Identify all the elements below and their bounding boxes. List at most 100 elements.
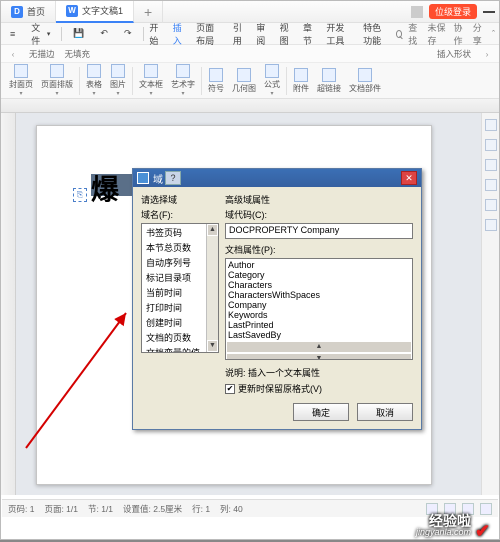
tab-document[interactable]: W文字文稿1 [56, 1, 134, 23]
watermark-en: jingyanla.com [416, 528, 471, 537]
ribbon-tab-dev[interactable]: 开发工具 [326, 21, 353, 47]
menu-share[interactable]: 分享 [473, 21, 486, 47]
checkbox-label: 更新时保留原格式(V) [238, 382, 322, 395]
list-item[interactable]: LastSavedBy [228, 330, 410, 340]
work-area: 爆 ⎘ 域 ? ✕ [1, 113, 499, 495]
view-mode-4[interactable] [480, 503, 492, 515]
app-menu[interactable]: ≡ [5, 26, 20, 42]
ribbon-tab-view[interactable]: 视图 [280, 21, 293, 47]
ribbon-tabs: 开始 插入 页面布局 引用 审阅 视图 章节 开发工具 特色功能 [149, 21, 390, 47]
sub-nofill[interactable]: 无填充 [65, 48, 91, 60]
dialog-help-button[interactable]: ? [165, 171, 181, 185]
search-icon[interactable] [396, 30, 402, 38]
list-item[interactable]: Category [228, 270, 410, 280]
watermark-cn: 经验啦 [429, 514, 471, 528]
select-field-label: 请选择域 [141, 193, 219, 206]
chevron-up-icon[interactable]: ˆ [492, 29, 495, 39]
tb-symbol[interactable]: 符号 [204, 64, 228, 98]
tb-link-label: 超链接 [317, 83, 341, 94]
scrollbar[interactable]: ▲▼ [226, 341, 412, 360]
tb-textbox-label: 文本框 [139, 79, 163, 90]
list-item[interactable]: LastPrinted [228, 320, 410, 330]
login-button[interactable]: 位级登录 [429, 4, 477, 19]
field-code-input[interactable]: DOCPROPERTY Company [225, 223, 413, 239]
field-dialog: 域 ? ✕ 请选择域 域名(F): 书签页码 本节总页数 自动序列号 [132, 168, 422, 430]
ribbon-tab-feature[interactable]: 特色功能 [363, 21, 390, 47]
scrollbar[interactable]: ▲▼ [206, 224, 218, 352]
ribbon-tab-layout[interactable]: 页面布局 [196, 21, 223, 47]
tb-attach[interactable]: 附件 [289, 64, 313, 98]
horizontal-ruler[interactable] [1, 99, 499, 113]
tab-add[interactable]: + [134, 1, 163, 23]
side-tool-5[interactable] [485, 199, 497, 211]
advanced-prop-label: 高级域属性 [225, 193, 413, 206]
menu-unsaved[interactable]: 未保存 [428, 21, 448, 47]
tb-wordart[interactable]: 艺术字▾ [167, 64, 199, 98]
tb-link[interactable]: 超链接 [313, 64, 345, 98]
tb-table[interactable]: 表格▾ [82, 64, 106, 98]
tb-textbox[interactable]: 文本框▾ [135, 64, 167, 98]
ribbon-tab-section[interactable]: 章节 [303, 21, 316, 47]
tb-wordart-label: 艺术字 [171, 79, 195, 90]
field-code-label: 域代码(C): [225, 208, 413, 221]
tb-image-label: 图片 [110, 79, 126, 90]
list-item[interactable]: Characters [228, 280, 410, 290]
format-subrow: ‹ 无描边 无填充 插入形状 › [1, 45, 499, 63]
chevron-right-icon[interactable]: › [481, 49, 493, 59]
ribbon-toolbar: 封面页▾ 页面排版▾ 表格▾ 图片▾ 文本框▾ 艺术字▾ 符号 几何图 公式▾ … [1, 63, 499, 99]
doc-property-listbox[interactable]: Author Category Characters CharactersWit… [225, 258, 413, 360]
ribbon-tab-review[interactable]: 审阅 [256, 21, 269, 47]
app-minimize[interactable] [483, 11, 495, 13]
checkbox-icon: ✔ [225, 384, 235, 394]
status-pages[interactable]: 页面: 1/1 [44, 503, 78, 515]
status-line[interactable]: 行: 1 [192, 503, 210, 515]
watermark: 经验啦 jingyanla.com ✔ [416, 514, 491, 537]
sub-nostroke[interactable]: 无描边 [29, 48, 55, 60]
tab-document-label: 文字文稿1 [82, 4, 123, 17]
ribbon-tab-insert[interactable]: 插入 [173, 21, 186, 47]
qat-save[interactable]: 💾 [68, 25, 89, 42]
sub-insertshape[interactable]: 插入形状 [437, 48, 471, 60]
side-tool-3[interactable] [485, 159, 497, 171]
file-menu-label: 文件 [31, 21, 45, 47]
tb-image[interactable]: 图片▾ [106, 64, 130, 98]
tb-cover-label: 封面页 [9, 79, 33, 90]
preserve-format-checkbox[interactable]: ✔ 更新时保留原格式(V) [225, 382, 413, 395]
list-item[interactable]: CharactersWithSpaces [228, 290, 410, 300]
cancel-button[interactable]: 取消 [357, 403, 413, 421]
tb-formula[interactable]: 公式▾ [260, 64, 284, 98]
tb-parts[interactable]: 文档部件 [345, 64, 385, 98]
vertical-ruler[interactable] [1, 113, 16, 495]
status-col[interactable]: 列: 40 [220, 503, 243, 515]
ribbon-tab-ref[interactable]: 引用 [233, 21, 246, 47]
qat-undo[interactable]: ↶ [95, 25, 113, 42]
menu-find[interactable]: 查找 [408, 21, 421, 47]
ribbon-tab-start[interactable]: 开始 [149, 21, 162, 47]
home-icon: D [11, 6, 23, 18]
side-tool-4[interactable] [485, 179, 497, 191]
chevron-left-icon[interactable]: ‹ [7, 49, 19, 59]
list-item[interactable]: Keywords [228, 310, 410, 320]
side-tool-1[interactable] [485, 119, 497, 131]
side-tool-2[interactable] [485, 139, 497, 151]
menu-collab[interactable]: 协作 [453, 21, 466, 47]
tb-cover[interactable]: 封面页▾ [5, 64, 37, 98]
tb-shape[interactable]: 几何图 [228, 64, 260, 98]
list-item[interactable]: Author [228, 260, 410, 270]
file-menu[interactable]: 文件 ▾ [26, 18, 55, 50]
status-page[interactable]: 页码: 1 [8, 503, 34, 515]
check-icon: ✔ [475, 521, 491, 537]
dialog-icon [137, 172, 149, 184]
status-pos[interactable]: 设置值: 2.5厘米 [123, 503, 182, 515]
anchor-icon: ⎘ [73, 188, 87, 202]
ok-button[interactable]: 确定 [293, 403, 349, 421]
list-item[interactable]: Company [228, 300, 410, 310]
field-name-listbox[interactable]: 书签页码 本节总页数 自动序列号 标记目录项 当前时间 打印时间 创建时间 文档… [141, 223, 219, 353]
dialog-titlebar[interactable]: 域 ? ✕ [133, 169, 421, 187]
tb-pagelayout[interactable]: 页面排版▾ [37, 64, 77, 98]
side-tool-6[interactable] [485, 219, 497, 231]
dialog-close-button[interactable]: ✕ [401, 171, 417, 185]
status-section[interactable]: 节: 1/1 [88, 503, 113, 515]
qat-redo[interactable]: ↷ [119, 25, 137, 42]
tb-parts-label: 文档部件 [349, 83, 381, 94]
